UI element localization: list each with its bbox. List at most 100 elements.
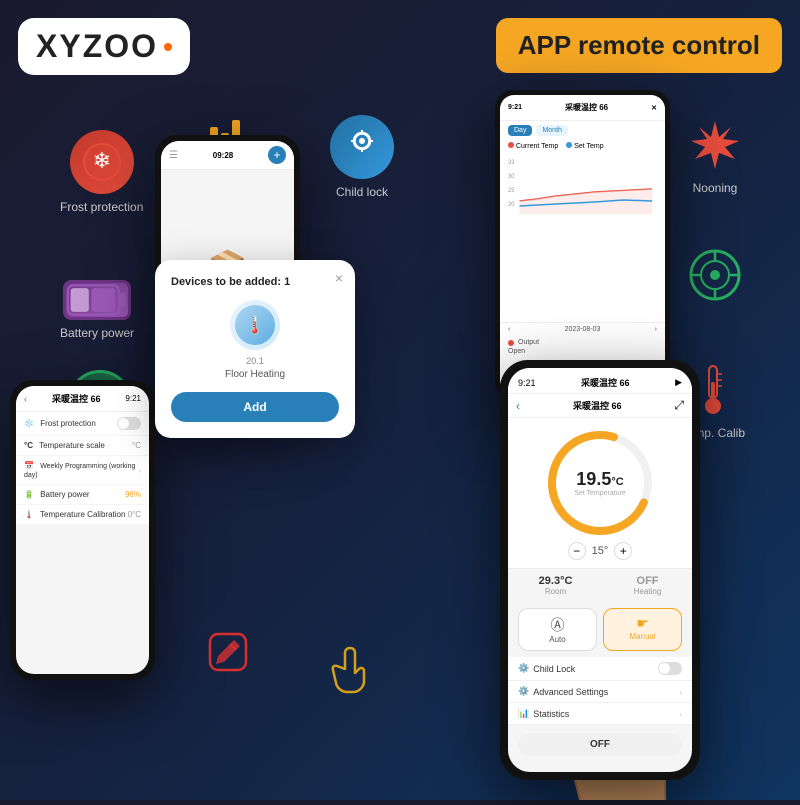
main-screen-title: 采暖温控 66 [520,399,674,412]
settings-row-tempscale: °C Temperature scale °C [16,436,149,456]
child-lock-toggle[interactable] [658,662,682,675]
chart-date-nav: ‹ 2023-08-03 › [500,322,665,336]
temp-info-row: 29.3°C Room OFF Heating [508,568,692,602]
frost-toggle[interactable] [117,417,141,430]
current-temp: 19.5°C [574,469,626,490]
popup-close-btn[interactable]: × [335,270,343,286]
nooning-label: Nooning [693,181,738,195]
feature-target [685,245,745,311]
frost-row-icon: ❄️ [24,419,34,428]
heating-label: Heating [634,587,662,596]
logo-dot [164,43,172,51]
chart-legend: Current Temp Set Temp [500,140,665,152]
phone-chart: 9:21 采暖温控 66 ✕ Day Month Current Temp Se… [495,90,670,400]
battery-icon [63,280,131,320]
temp-plus-btn[interactable]: + [614,542,632,560]
stats-arrow: › [679,709,682,719]
edit-icon [200,624,256,680]
mode-buttons: Ⓐ Auto ☛ Manual [508,602,692,657]
set-temp-val: 15° [592,545,609,557]
logo-text: XYZOO [36,28,158,64]
advanced-label: Advanced Settings [533,687,608,697]
output-val: Open [508,348,657,355]
temp-minus-btn[interactable]: − [568,542,586,560]
chart-title: 采暖温控 66 [565,102,608,113]
statistics-row[interactable]: 📊 Statistics › [508,703,692,725]
advanced-icon-sm: ⚙️ [518,686,529,697]
settings-row-battery: 🔋 Battery power 98% [16,485,149,505]
popup-temp-display: 20.1 [171,356,339,366]
child-lock-row: ⚙️ Child Lock [508,657,692,681]
popup-device-icon: 🌡️ [230,300,280,350]
thermostat-display: 19.5°C Set Temperature − 15° + [508,418,692,568]
popup-device-name: Floor Heating [171,369,339,380]
touch-icon [320,640,380,700]
feature-battery: Battery power [60,280,134,340]
feature-frost-protection: ❄ Frost protection [60,130,143,214]
temp-controls: − 15° + [568,542,633,560]
frost-row-label: Frost protection [40,419,96,428]
settings-title: 采暖温控 66 [27,392,125,405]
svg-text:30: 30 [508,174,515,180]
phone-settings: ‹ 采暖温控 66 9:21 ❄️ Frost protection °C Te… [10,380,155,680]
date-prev-btn[interactable]: ‹ [508,326,510,333]
advanced-settings-row[interactable]: ⚙️ Advanced Settings › [508,681,692,703]
weekly-icon: 📅 [24,461,34,470]
frost-icon: ❄ [70,130,134,194]
popup-add-button[interactable]: Add [171,392,339,422]
frost-label: Frost protection [60,200,143,214]
set-temp-label: Set Temperature [574,490,626,497]
stats-row-label: Statistics [533,709,569,719]
manual-label: Manual [629,632,655,641]
settings-row-weekly[interactable]: 📅 Weekly Programming (working day) › [16,456,149,485]
phone-chart-screen: 9:21 采暖温控 66 ✕ Day Month Current Temp Se… [500,95,665,395]
tab-month[interactable]: Month [536,125,567,136]
tempscale-value: °C [132,441,141,450]
battery-row-icon: 🔋 [24,490,34,499]
heating-status: OFF [634,575,662,587]
tab-day[interactable]: Day [508,125,532,136]
tempcalib-row-icon: 🌡️ [24,510,34,519]
childlock-label: Child lock [336,185,388,199]
feature-nooning: Nooning [685,115,745,195]
nooning-icon [685,115,745,175]
svg-text:33: 33 [508,160,515,166]
settings-row-tempcalib: 🌡️ Temperature Calibration 0°C [16,505,149,525]
expand-icon[interactable]: ⤢ [674,398,684,413]
battery-row-label: Battery power [40,490,89,499]
popup-title: Devices to be added: 1 [171,276,339,288]
phone-settings-screen: ‹ 采暖温控 66 9:21 ❄️ Frost protection °C Te… [16,386,149,674]
off-button[interactable]: OFF [518,733,682,756]
weekly-label: Weekly Programming (working day) [24,463,135,479]
app-header-text: APP remote control [518,30,760,60]
phone-chart-body: 9:21 采暖温控 66 ✕ Day Month Current Temp Se… [495,90,670,400]
nodev-status-bar: 09:28 [213,151,233,160]
svg-text:20: 20 [508,202,515,208]
room-label: Room [539,587,573,596]
legend-current: Current Temp [516,143,558,150]
nodev-header: ☰ 09:28 + [161,141,294,170]
main-time: 9:21 [518,378,536,388]
chart-header: 9:21 采暖温控 66 ✕ [500,95,665,121]
child-lock-label: Child Lock [533,664,575,674]
date-next-btn[interactable]: › [655,326,657,333]
logo: XYZOO [18,18,190,75]
main-status-bar: 9:21 采暖温控 66 ▶ [508,368,692,394]
heating-item: OFF Heating [634,575,662,596]
tempscale-icon: °C [24,441,33,450]
stats-icon-sm: 📊 [518,708,529,719]
phone-main: 9:21 采暖温控 66 ▶ ‹ 采暖温控 66 ⤢ [500,360,700,780]
battery-label: Battery power [60,326,134,340]
feature-childlock: Child lock [330,115,394,199]
main-signal: ▶ [675,377,682,388]
room-temp-item: 29.3°C Room [539,575,573,596]
manual-mode-btn[interactable]: ☛ Manual [603,608,682,651]
add-btn-circle[interactable]: + [268,146,286,164]
settings-status: 9:21 [125,394,141,403]
temp-ring: 19.5°C Set Temperature [545,428,655,538]
manual-icon: ☛ [636,615,649,632]
phone-main-body: 9:21 采暖温控 66 ▶ ‹ 采暖温控 66 ⤢ [500,360,700,780]
svg-text:❄: ❄ [92,148,110,173]
weekly-arrow: › [138,466,141,475]
auto-mode-btn[interactable]: Ⓐ Auto [518,608,597,651]
